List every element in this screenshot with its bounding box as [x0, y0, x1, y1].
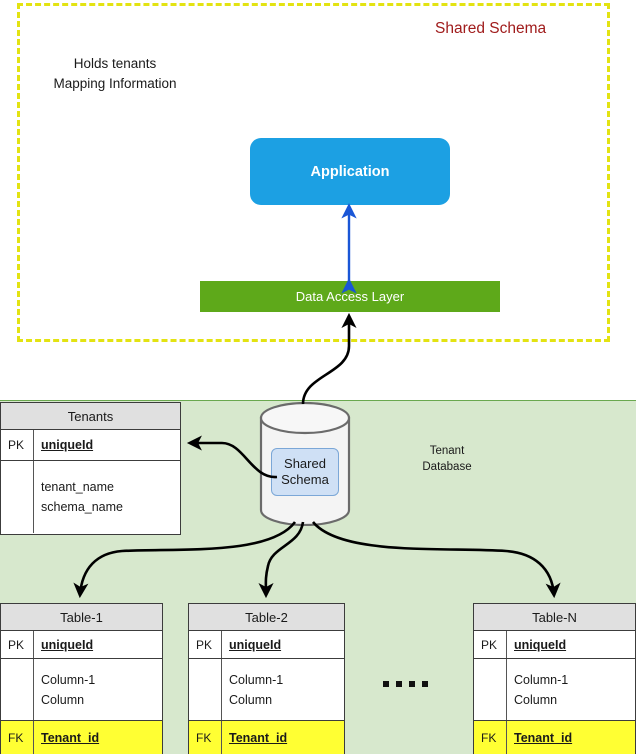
- ellipsis-dots: [383, 681, 428, 687]
- tenants-table-title: Tenants: [1, 403, 180, 430]
- shared-schema-title: Shared Schema: [435, 20, 547, 37]
- table-1-primary-key-row: PK uniqueId: [1, 631, 162, 659]
- data-access-layer-box[interactable]: Data Access Layer: [200, 281, 500, 312]
- cylinder-label-line-1: Shared: [284, 456, 326, 472]
- table-2-field-0: Column-1: [229, 672, 284, 687]
- data-access-layer-label: Data Access Layer: [295, 289, 405, 304]
- table-1-fields-key-spacer: [1, 659, 34, 720]
- table-n-field-1: Column: [514, 692, 558, 707]
- table-2-field-1: Column: [229, 692, 273, 707]
- table-n-fk-field: Tenant_id: [507, 721, 635, 754]
- ellipsis-dot-4: [422, 681, 428, 687]
- tenant-database-label: Tenant Database: [415, 444, 479, 475]
- tenants-pk-field-name: uniqueId: [41, 438, 94, 452]
- table-2-fields-list: Column-1 Column: [222, 659, 344, 720]
- application-box[interactable]: Application: [250, 138, 450, 205]
- note-line-2: Mapping Information: [53, 75, 177, 91]
- cylinder-label-line-2: Schema: [281, 472, 329, 487]
- table-2-pk-field: uniqueId: [222, 631, 344, 658]
- tenants-primary-key-row: PK uniqueId: [1, 430, 180, 461]
- table-2-pk-field-name: uniqueId: [229, 637, 282, 652]
- note-line-1: Holds tenants: [73, 56, 157, 71]
- table-n-primary-key-row: PK uniqueId: [474, 631, 635, 659]
- table-n-field-0: Column-1: [514, 672, 569, 687]
- table-1-field-1: Column: [41, 692, 85, 707]
- table-2-pk-label: PK: [189, 631, 222, 658]
- table-1-fk-label: FK: [1, 721, 34, 754]
- table-1-fields-list: Column-1 Column: [34, 659, 162, 720]
- tenants-pk-field: uniqueId: [34, 430, 180, 460]
- table-n-pk-field-name: uniqueId: [514, 637, 567, 652]
- table-1[interactable]: Table-1 PK uniqueId Column-1 Column FK T…: [0, 603, 163, 754]
- table-n-title: Table-N: [474, 604, 635, 631]
- table-2-title: Table-2: [189, 604, 344, 631]
- table-n-pk-field: uniqueId: [507, 631, 635, 658]
- table-n[interactable]: Table-N PK uniqueId Column-1 Column FK T…: [473, 603, 636, 754]
- table-2-fk-field-name: Tenant_id: [229, 730, 288, 745]
- tenants-pk-label: PK: [1, 430, 34, 460]
- table-2[interactable]: Table-2 PK uniqueId Column-1 Column FK T…: [188, 603, 345, 754]
- table-1-pk-field-name: uniqueId: [41, 637, 94, 652]
- table-1-pk-label: PK: [1, 631, 34, 658]
- table-1-fields-row: Column-1 Column: [1, 659, 162, 721]
- table-n-fields-row: Column-1 Column: [474, 659, 635, 721]
- table-2-fields-row: Column-1 Column: [189, 659, 344, 721]
- table-n-pk-label: PK: [474, 631, 507, 658]
- tenants-fields-list: tenant_name schema_name: [34, 461, 180, 533]
- table-2-fk-field: Tenant_id: [222, 721, 344, 754]
- table-n-fk-field-name: Tenant_id: [514, 730, 573, 745]
- table-1-fk-field: Tenant_id: [34, 721, 162, 754]
- table-n-fields-list: Column-1 Column: [507, 659, 635, 720]
- table-1-field-0: Column-1: [41, 672, 96, 687]
- table-n-fk-label: FK: [474, 721, 507, 754]
- table-n-foreign-key-row: FK Tenant_id: [474, 721, 635, 754]
- shared-schema-cylinder-label: Shared Schema: [271, 448, 339, 496]
- ellipsis-dot-1: [383, 681, 389, 687]
- table-1-foreign-key-row: FK Tenant_id: [1, 721, 162, 754]
- holds-tenants-note: Holds tenants Mapping Information: [40, 54, 190, 93]
- table-2-fk-label: FK: [189, 721, 222, 754]
- table-2-primary-key-row: PK uniqueId: [189, 631, 344, 659]
- ellipsis-dot-2: [396, 681, 402, 687]
- table-1-title: Table-1: [1, 604, 162, 631]
- table-n-fields-key-spacer: [474, 659, 507, 720]
- tenant-database-label-line-2: Database: [422, 460, 472, 473]
- diagram-canvas: Shared Schema Holds tenants Mapping Info…: [0, 0, 636, 754]
- tenants-table[interactable]: Tenants PK uniqueId tenant_name schema_n…: [0, 402, 181, 535]
- table-2-foreign-key-row: FK Tenant_id: [189, 721, 344, 754]
- tenants-field-0: tenant_name: [41, 480, 114, 494]
- tenant-database-label-line-1: Tenant: [429, 445, 465, 457]
- table-1-pk-field: uniqueId: [34, 631, 162, 658]
- tenants-fields-key-spacer: [1, 461, 34, 533]
- tenants-fields-row: tenant_name schema_name: [1, 461, 180, 533]
- tenants-field-1: schema_name: [41, 500, 123, 514]
- ellipsis-dot-3: [409, 681, 415, 687]
- application-label: Application: [310, 163, 390, 180]
- table-2-fields-key-spacer: [189, 659, 222, 720]
- table-1-fk-field-name: Tenant_id: [41, 730, 100, 745]
